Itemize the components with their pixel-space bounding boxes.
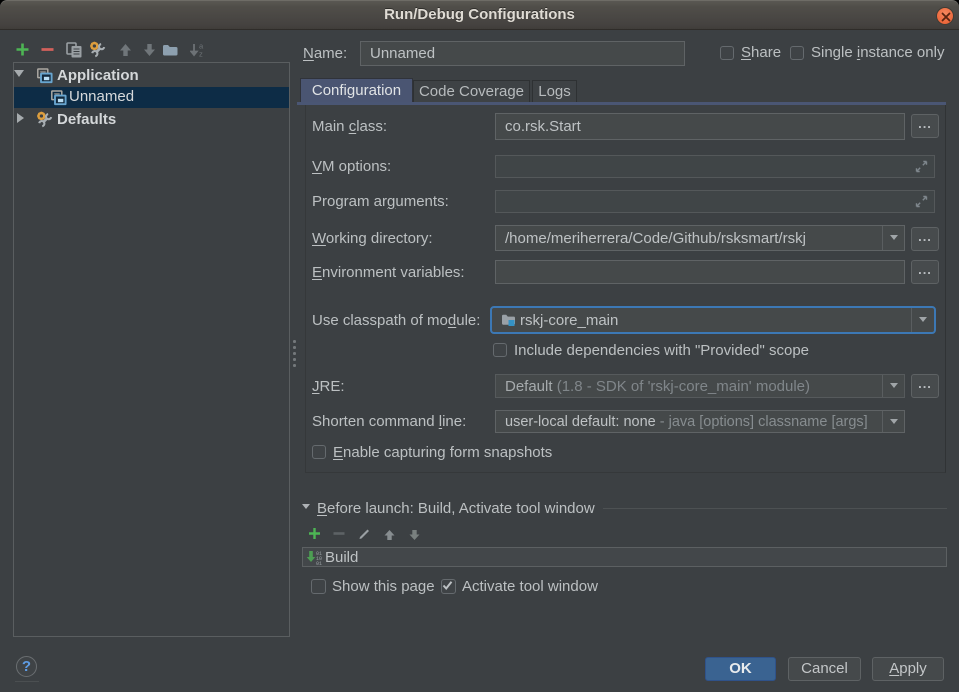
svg-text:01: 01: [316, 561, 322, 566]
svg-text:z: z: [199, 50, 203, 59]
